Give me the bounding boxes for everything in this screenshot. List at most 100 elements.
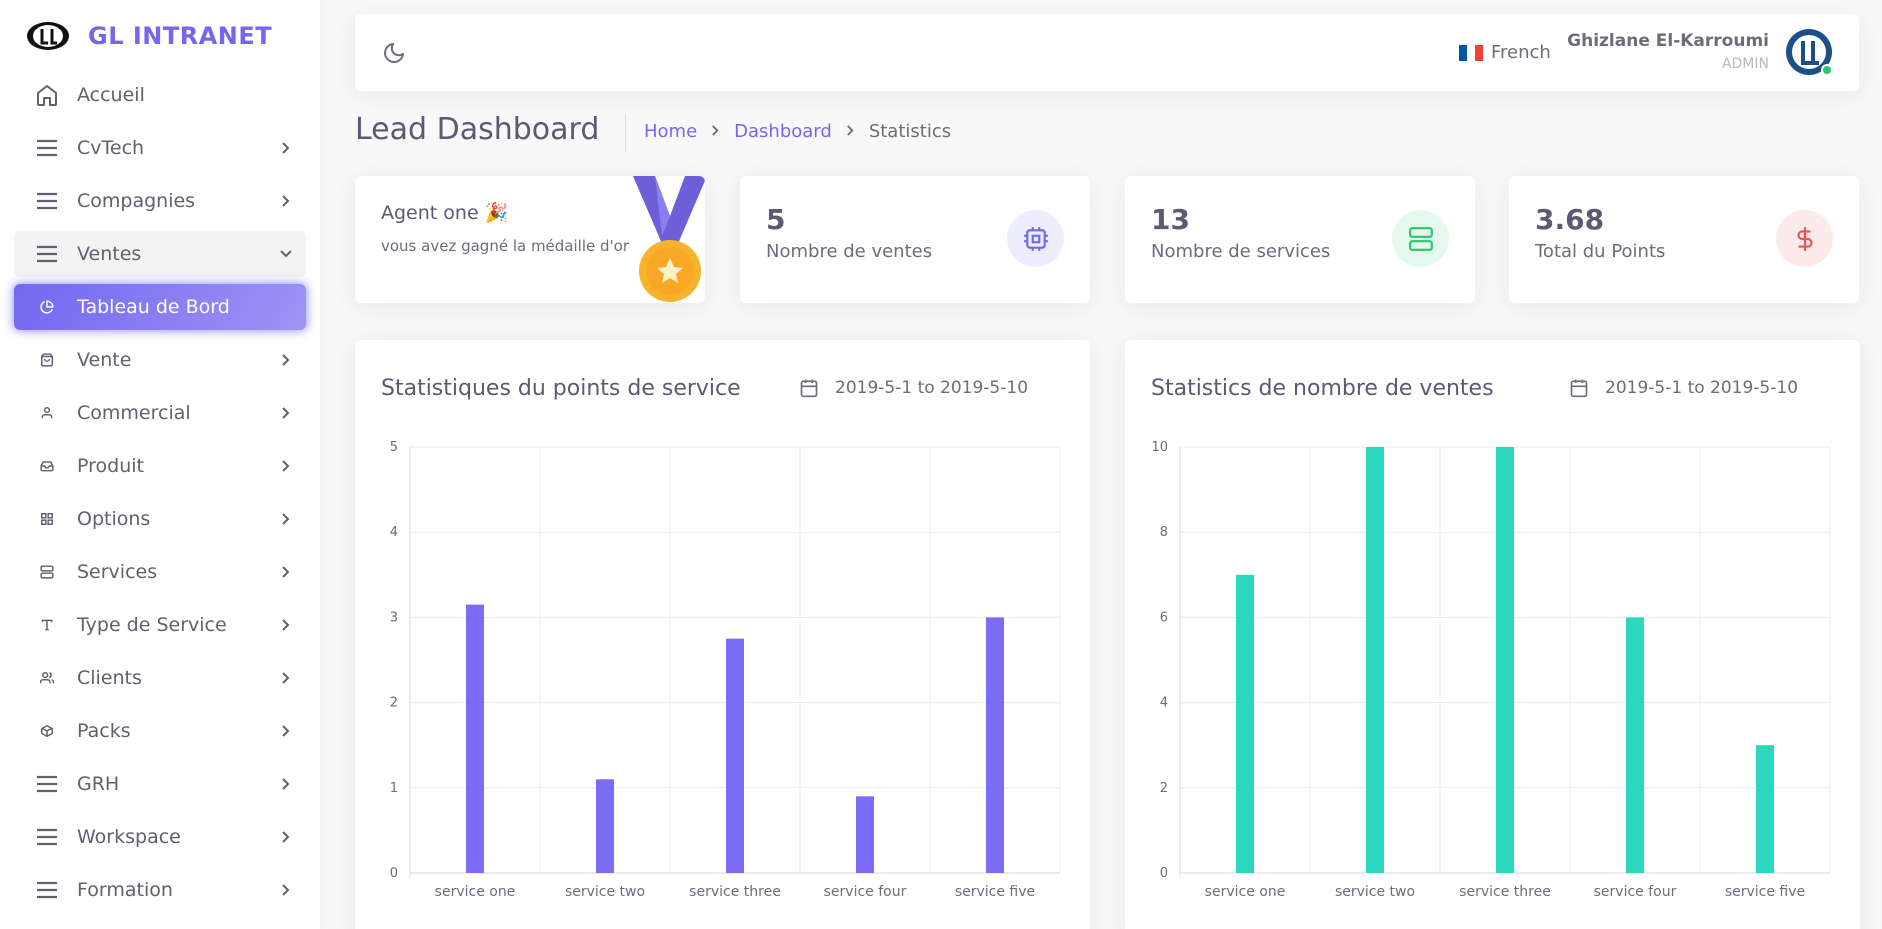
chevron-down-icon: [276, 249, 296, 259]
grid-icon: [34, 512, 60, 526]
x-tick-label: service three: [689, 884, 781, 900]
menu-icon: [34, 245, 60, 263]
breadcrumb-current: Statistics: [868, 121, 952, 142]
users-icon: [34, 671, 60, 685]
avatar[interactable]: [1785, 28, 1833, 76]
bar: [1236, 574, 1254, 873]
sidebar-item-cvtech[interactable]: CvTech: [14, 125, 306, 171]
server-icon: [34, 565, 60, 579]
x-tick-label: service four: [1594, 884, 1677, 900]
x-tick-label: service five: [1725, 884, 1805, 900]
chevron-right-icon: [276, 194, 296, 208]
bar: [466, 604, 484, 873]
sidebar-item-ventes[interactable]: Ventes: [14, 231, 306, 277]
sidebar-item-label: Type de Service: [77, 614, 227, 636]
bar: [1626, 617, 1644, 873]
sidebar-item-packs[interactable]: Packs: [14, 708, 306, 754]
bar: [986, 617, 1004, 873]
sidebar-item-type-de-service[interactable]: Type de Service: [14, 602, 306, 648]
sidebar-item-tableau-de-bord[interactable]: Tableau de Bord: [14, 284, 306, 330]
sidebar-item-options[interactable]: Options: [14, 496, 306, 542]
bar-chart-points: 0 1 2 3 4 5 service one service two service thre…: [390, 440, 1061, 900]
dollar-icon: [1776, 210, 1833, 267]
user-icon: [34, 406, 60, 420]
language-dropdown[interactable]: French: [1459, 42, 1551, 63]
sidebar-item-label: Ventes: [77, 243, 142, 265]
y-tick-label: 8: [1160, 525, 1168, 540]
moon-icon[interactable]: [382, 41, 406, 65]
bar-chart-ventes: 0 2 4 6 8 10 service one service two service thr…: [1151, 440, 1831, 900]
sidebar-item-formation[interactable]: Formation: [14, 867, 306, 913]
breadcrumb-dashboard[interactable]: Dashboard: [734, 121, 832, 142]
chevron-right-icon: [276, 141, 296, 155]
x-tick-label: service five: [955, 884, 1035, 900]
sidebar-item-label: Workspace: [77, 826, 181, 848]
stat-card-services: 13 Nombre de services: [1125, 176, 1475, 303]
y-tick-label: 0: [1160, 866, 1168, 881]
stat-value: 13: [1151, 203, 1190, 236]
y-tick-label: 2: [1160, 781, 1168, 796]
menu-icon: [34, 828, 60, 846]
sidebar-item-label: Packs: [77, 720, 131, 742]
user-role: ADMIN: [1721, 56, 1769, 72]
menu-icon: [34, 139, 60, 157]
chevron-right-icon: [276, 565, 296, 579]
x-tick-label: service one: [1205, 884, 1286, 900]
sidebar-item-compagnies[interactable]: Compagnies: [14, 178, 306, 224]
bar: [1366, 447, 1384, 873]
bar: [1496, 447, 1514, 873]
y-tick-label: 2: [390, 696, 398, 711]
sidebar-item-label: Clients: [77, 667, 142, 689]
sidebar-item-label: Formation: [77, 879, 173, 901]
medal-subtitle: vous avez gagné la médaille d'or: [381, 237, 629, 255]
menu-icon: [34, 192, 60, 210]
y-tick-label: 4: [1160, 696, 1168, 711]
sidebar-item-label: GRH: [77, 773, 120, 795]
x-tick-label: service three: [1459, 884, 1551, 900]
sidebar-item-accueil[interactable]: Accueil: [14, 72, 306, 118]
y-tick-label: 0: [390, 866, 398, 881]
chevron-right-icon: [276, 459, 296, 473]
stat-card-points: 3.68 Total du Points: [1509, 176, 1859, 303]
cpu-icon: [1007, 210, 1064, 267]
x-tick-label: service two: [1335, 884, 1415, 900]
chevron-right-icon: [846, 121, 855, 142]
sidebar-item-vente[interactable]: Vente: [14, 337, 306, 383]
chevron-right-icon: [276, 353, 296, 367]
title-divider: [625, 114, 626, 152]
medal-card: Agent one 🎉 vous avez gagné la médaille …: [355, 176, 705, 303]
inbox-icon: [34, 459, 60, 473]
sidebar-item-grh[interactable]: GRH: [14, 761, 306, 807]
x-tick-label: service one: [435, 884, 516, 900]
stat-label: Total du Points: [1535, 241, 1666, 262]
bar: [596, 779, 614, 873]
sidebar-item-label: Services: [77, 561, 158, 583]
sidebar-nav: Accueil CvTech Compagnies Ventes Tableau…: [0, 72, 320, 913]
page-title: Lead Dashboard: [355, 112, 600, 147]
sidebar-item-label: Compagnies: [77, 190, 196, 212]
stat-label: Nombre de services: [1151, 241, 1331, 262]
agent-name: Agent one 🎉: [381, 202, 509, 224]
chart-card-ventes: Statistics de nombre de ventes 2019-5-1 …: [1125, 340, 1860, 929]
sidebar-item-services[interactable]: Services: [14, 549, 306, 595]
sidebar-item-label: Accueil: [77, 84, 145, 106]
brand[interactable]: GL INTRANET: [0, 0, 320, 72]
chevron-right-icon: [276, 671, 296, 685]
brand-name: GL INTRANET: [88, 22, 273, 50]
bar: [726, 638, 744, 873]
user-info[interactable]: Ghizlane El-Karroumi ADMIN: [1567, 31, 1769, 72]
y-tick-label: 4: [390, 525, 398, 540]
sidebar-item-label: CvTech: [77, 137, 145, 159]
sidebar-item-label: Tableau de Bord: [77, 296, 230, 318]
france-flag-icon: [1459, 44, 1483, 61]
chevron-right-icon: [276, 777, 296, 791]
chevron-right-icon: [276, 830, 296, 844]
sidebar-item-produit[interactable]: Produit: [14, 443, 306, 489]
gl-logo-icon: [27, 22, 69, 50]
breadcrumb-home[interactable]: Home: [644, 121, 697, 142]
sidebar-item-clients[interactable]: Clients: [14, 655, 306, 701]
sidebar-item-commercial[interactable]: Commercial: [14, 390, 306, 436]
x-tick-label: service two: [565, 884, 645, 900]
bar: [856, 796, 874, 873]
sidebar-item-workspace[interactable]: Workspace: [14, 814, 306, 860]
